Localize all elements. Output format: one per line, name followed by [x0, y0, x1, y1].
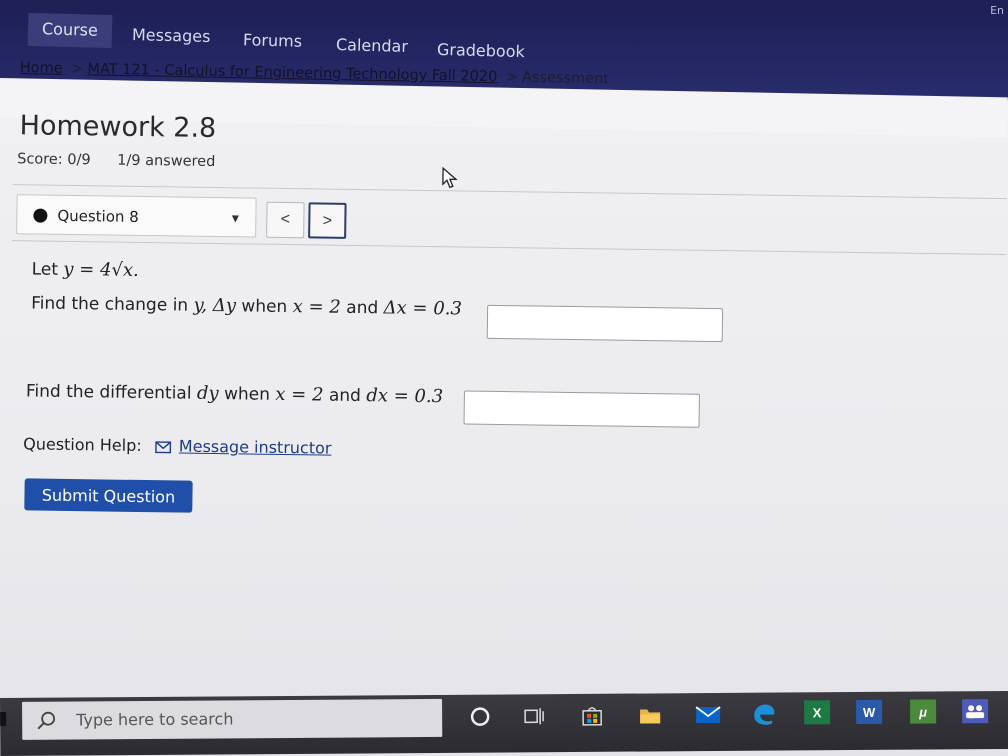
mathtype-icon[interactable]: μ [910, 699, 937, 724]
screen: En Course Messages Forums Calendar Grade… [0, 0, 1008, 756]
question-selector-label: Question 8 [57, 206, 139, 226]
question-part-2: Find the differential dy when x = 2 and … [26, 380, 443, 407]
question-help: Question Help: Message instructor [23, 434, 332, 457]
part1-text-b: when [241, 296, 288, 318]
mouse-cursor-icon [442, 166, 458, 189]
envelope-icon [154, 441, 171, 454]
file-explorer-icon[interactable] [636, 701, 664, 729]
search-placeholder: Type here to search [76, 709, 234, 730]
previous-question-button[interactable]: < [266, 201, 305, 239]
part2-variable: dy [196, 382, 219, 405]
dy-answer-input[interactable] [463, 390, 700, 428]
mail-icon[interactable] [694, 701, 722, 729]
start-button[interactable] [0, 711, 7, 726]
intro-equation: y = 4√x. [63, 258, 139, 281]
windows-taskbar: Type here to search X W μ [0, 690, 1008, 756]
question-help-label: Question Help: [23, 434, 142, 456]
question-part-1: Find the change in y, Δy when x = 2 and … [31, 292, 462, 319]
task-view-icon[interactable] [520, 702, 548, 730]
next-question-button[interactable]: > [308, 202, 347, 239]
cortana-icon[interactable] [466, 703, 494, 731]
edge-icon[interactable] [750, 701, 778, 729]
part1-and: and [346, 297, 379, 319]
part2-condition-2: dx = 0.3 [366, 385, 444, 408]
message-instructor-link[interactable]: Message instructor [179, 437, 332, 458]
part2-text-b: when [223, 384, 271, 405]
score-text: Score: 0/9 [17, 151, 91, 169]
delta-y-answer-input[interactable] [486, 304, 724, 343]
assessment-content: Homework 2.8 Score: 0/9 1/9 answered Que… [0, 0, 1008, 756]
submit-question-button[interactable]: Submit Question [24, 478, 193, 513]
excel-icon[interactable]: X [804, 700, 831, 725]
intro-prefix: Let [31, 259, 59, 280]
part2-and: and [328, 385, 362, 407]
teams-icon[interactable] [962, 699, 989, 724]
search-icon [37, 711, 56, 730]
taskbar-search-box[interactable]: Type here to search [22, 698, 443, 740]
question-selector-dropdown[interactable]: Question 8 ▼ [16, 194, 257, 238]
part1-condition-2: Δx = 0.3 [383, 297, 463, 320]
part2-text-a: Find the differential [25, 381, 192, 404]
page-title: Homework 2.8 [19, 110, 217, 145]
question-status-dot [33, 208, 48, 223]
divider [12, 240, 1006, 256]
store-icon[interactable] [578, 702, 606, 730]
word-icon[interactable]: W [856, 699, 883, 725]
score-row: Score: 0/9 1/9 answered [17, 151, 237, 170]
answered-count: 1/9 answered [117, 152, 216, 171]
part2-condition-1: x = 2 [275, 383, 324, 406]
part1-text-a: Find the change in [31, 293, 189, 316]
chevron-down-icon: ▼ [229, 211, 242, 226]
part1-variable: y, Δy [193, 294, 237, 317]
part1-condition-1: x = 2 [292, 296, 341, 318]
question-intro: Let y = 4√x. [31, 258, 139, 281]
